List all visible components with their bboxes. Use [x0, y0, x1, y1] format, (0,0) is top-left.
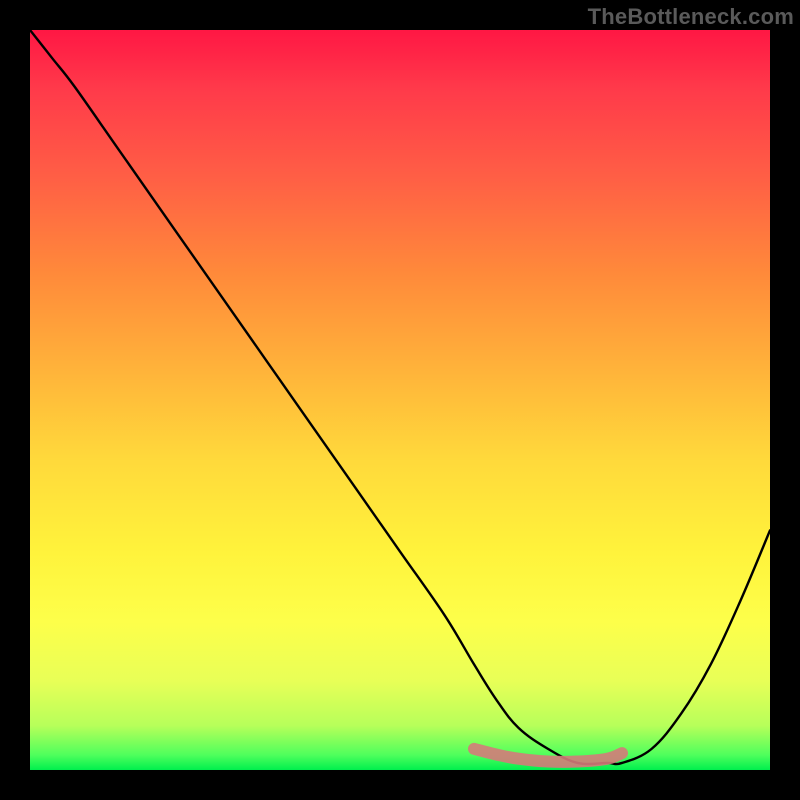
bottleneck-curve — [30, 30, 770, 764]
highlight-band — [474, 749, 622, 762]
plot-area — [30, 30, 770, 770]
watermark-text: TheBottleneck.com — [588, 4, 794, 30]
chart-frame: TheBottleneck.com — [0, 0, 800, 800]
chart-svg — [30, 30, 770, 770]
